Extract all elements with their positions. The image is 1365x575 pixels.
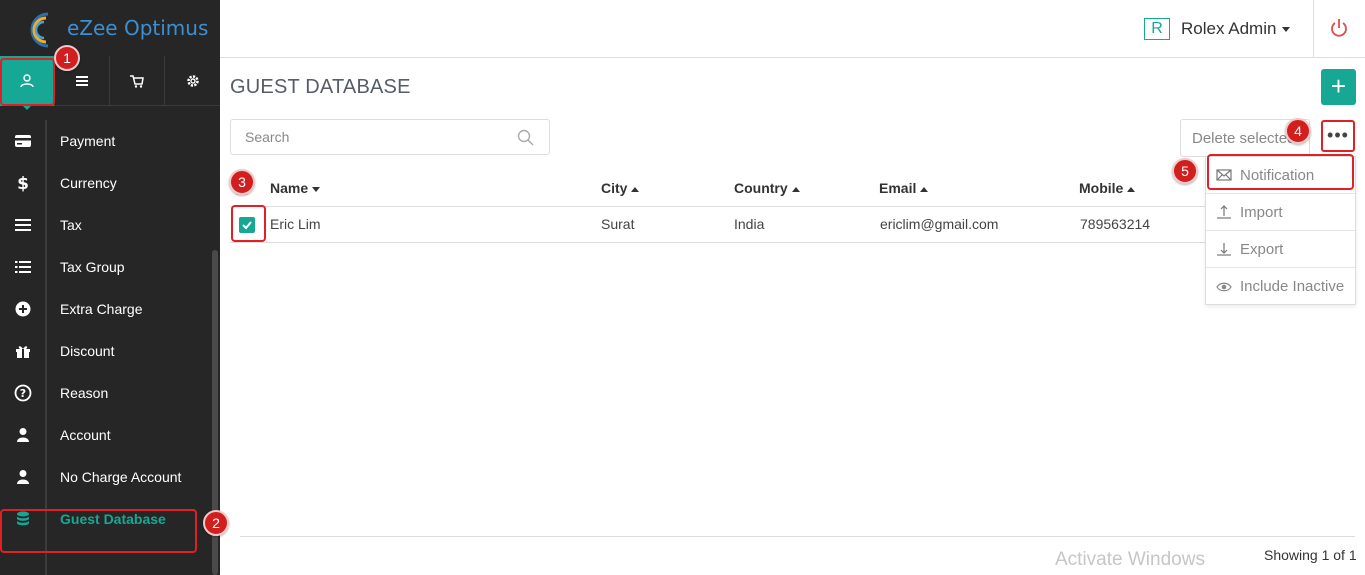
column-header-country[interactable]: Country xyxy=(734,180,800,196)
sidebar-item-label: No Charge Account xyxy=(60,469,182,485)
search-input[interactable] xyxy=(230,119,550,155)
annotation-badge: 5 xyxy=(1172,158,1198,184)
sidebar-item-tax-group[interactable]: Tax Group xyxy=(0,246,220,288)
cell-name: Eric Lim xyxy=(270,216,321,232)
dollar-icon: $ xyxy=(17,174,29,192)
app-logo[interactable]: eZee Optimus xyxy=(0,0,220,56)
annotation-badge: 1 xyxy=(54,45,80,71)
sidebar-item-label: Account xyxy=(60,427,111,443)
cart-icon xyxy=(130,75,144,88)
menu-item-import[interactable]: Import xyxy=(1206,194,1355,231)
cell-email: ericlim@gmail.com xyxy=(880,216,999,232)
sidebar-item-currency[interactable]: $ Currency xyxy=(0,162,220,204)
user-avatar[interactable]: R xyxy=(1144,18,1170,40)
sort-asc-icon xyxy=(1127,186,1136,192)
question-circle-icon: ? xyxy=(14,384,31,402)
app-title: eZee Optimus xyxy=(67,16,209,40)
divider xyxy=(1313,0,1314,58)
tab-settings[interactable] xyxy=(165,56,220,106)
power-icon[interactable] xyxy=(1328,17,1350,39)
annotation-badge: 4 xyxy=(1285,118,1311,144)
cell-mobile: 789563214 xyxy=(1080,216,1151,232)
column-header-city[interactable]: City xyxy=(601,180,640,196)
search-icon[interactable] xyxy=(517,129,534,146)
sort-asc-icon xyxy=(631,186,640,192)
column-header-name[interactable]: Name xyxy=(270,180,321,196)
sidebar-item-label: Tax xyxy=(60,217,82,233)
sidebar-item-reason[interactable]: ? Reason xyxy=(0,372,220,414)
sort-desc-icon xyxy=(312,186,321,192)
column-header-mobile[interactable]: Mobile xyxy=(1079,180,1136,196)
sidebar-item-payment[interactable]: Payment xyxy=(0,120,220,162)
sidebar-item-extra-charge[interactable]: Extra Charge xyxy=(0,288,220,330)
user-icon xyxy=(16,428,29,442)
page-title: GUEST DATABASE xyxy=(230,76,411,98)
sort-asc-icon xyxy=(791,186,800,192)
annotation-badge: 2 xyxy=(203,510,229,536)
menu-item-export[interactable]: Export xyxy=(1206,231,1355,268)
more-options-button[interactable]: ••• xyxy=(1321,120,1355,152)
add-guest-button[interactable]: + xyxy=(1321,69,1356,105)
annotation-highlight-row-checkbox xyxy=(231,205,266,242)
sidebar-item-account[interactable]: Account xyxy=(0,414,220,456)
plus-circle-icon xyxy=(15,301,30,317)
user-menu[interactable]: Rolex Admin xyxy=(1181,19,1276,39)
menu-icon xyxy=(76,76,88,86)
logo-icon xyxy=(30,12,49,48)
sidebar-item-label: Tax Group xyxy=(60,259,125,275)
sidebar-item-label: Reason xyxy=(60,385,109,401)
activate-windows-watermark: Activate Windows xyxy=(1055,549,1205,570)
sidebar-item-discount[interactable]: Discount xyxy=(0,330,220,372)
sort-asc-icon xyxy=(920,186,929,192)
sidebar-item-label: Payment xyxy=(60,133,116,149)
annotation-highlight-user-tab xyxy=(0,58,55,106)
sidebar-item-label: Currency xyxy=(60,175,117,191)
menu-item-label: Export xyxy=(1240,240,1284,258)
annotation-badge: 3 xyxy=(229,169,255,195)
sidebar-item-no-charge-account[interactable]: No Charge Account xyxy=(0,456,220,498)
gift-icon xyxy=(15,346,30,358)
sidebar-item-label: Discount xyxy=(60,343,115,359)
table-row[interactable]: Eric Lim Surat India ericlim@gmail.com 7… xyxy=(230,207,1355,243)
annotation-highlight-notification xyxy=(1207,154,1354,190)
column-header-email[interactable]: Email xyxy=(879,180,929,196)
sidebar-item-tax[interactable]: Tax xyxy=(0,204,220,246)
chevron-down-icon[interactable] xyxy=(1282,27,1290,32)
eye-icon xyxy=(1216,282,1232,291)
sidebar-item-label: Extra Charge xyxy=(60,301,143,317)
menu-item-include-inactive[interactable]: Include Inactive xyxy=(1206,268,1355,305)
list-icon xyxy=(14,261,31,273)
annotation-highlight-guest-database xyxy=(0,509,197,553)
user-icon xyxy=(16,470,29,484)
menu-item-label: Import xyxy=(1240,203,1283,221)
app-window: eZee Optimus Payment $ Currency Tax Tax … xyxy=(0,0,1365,575)
upload-icon xyxy=(1217,205,1231,219)
gear-icon xyxy=(186,75,199,87)
footer-divider xyxy=(240,536,1355,537)
bars-icon xyxy=(14,219,31,231)
credit-card-icon xyxy=(14,135,31,147)
download-icon xyxy=(1217,243,1231,256)
tab-cart[interactable] xyxy=(110,56,165,106)
sidebar-menu: Payment $ Currency Tax Tax Group Extra C… xyxy=(0,120,220,540)
svg-text:$: $ xyxy=(17,174,29,192)
menu-item-label: Include Inactive xyxy=(1240,278,1345,295)
svg-text:?: ? xyxy=(19,387,25,400)
top-bar: R Rolex Admin xyxy=(220,0,1365,58)
cell-country: India xyxy=(734,216,765,232)
pagination-status: Showing 1 of 1 xyxy=(1264,547,1357,563)
cell-city: Surat xyxy=(601,216,635,232)
